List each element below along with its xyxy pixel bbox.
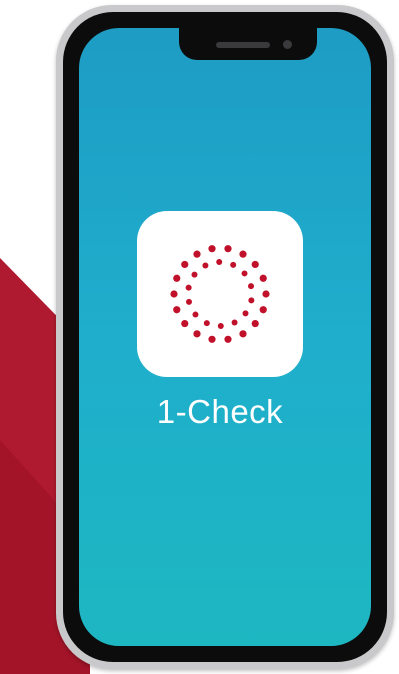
logo-dot [242,310,249,317]
logo-dot [224,335,232,343]
logo-dot [217,322,224,329]
scene: 1-Check [0,0,399,674]
logo-dot [191,271,198,278]
phone-notch [179,28,317,60]
logo-dot [248,297,255,304]
logo-dot [170,290,178,298]
logo-dot [208,245,216,253]
logo-dot [193,250,201,258]
logo-dot [208,335,216,343]
logo-dot [239,250,247,258]
logo-dot [262,290,270,298]
app-icon-1-check[interactable] [137,211,303,377]
logo-dot [192,311,199,318]
camera-icon [283,40,292,49]
logo-dot [251,260,259,269]
logo-dot [248,283,255,290]
logo-dot [185,284,192,291]
logo-dot [185,298,192,305]
logo-dot [181,319,189,328]
logo-dot [173,274,181,282]
logo-dot [202,262,209,269]
logo-dot [173,306,181,314]
logo-dot [251,319,259,328]
dotted-ring-icon [170,245,270,343]
logo-dot [231,319,238,326]
logo-dot [239,330,247,338]
logo-dot [224,245,232,253]
logo-dot [241,270,248,277]
logo-dot [193,330,201,338]
logo-dot [259,306,267,314]
logo-dot [181,260,189,269]
logo-dot [230,261,237,268]
logo-dot [203,320,210,327]
app-label[interactable]: 1-Check [93,393,347,431]
logo-dot [216,259,223,266]
speaker-icon [216,42,270,48]
logo-dot [259,274,267,282]
